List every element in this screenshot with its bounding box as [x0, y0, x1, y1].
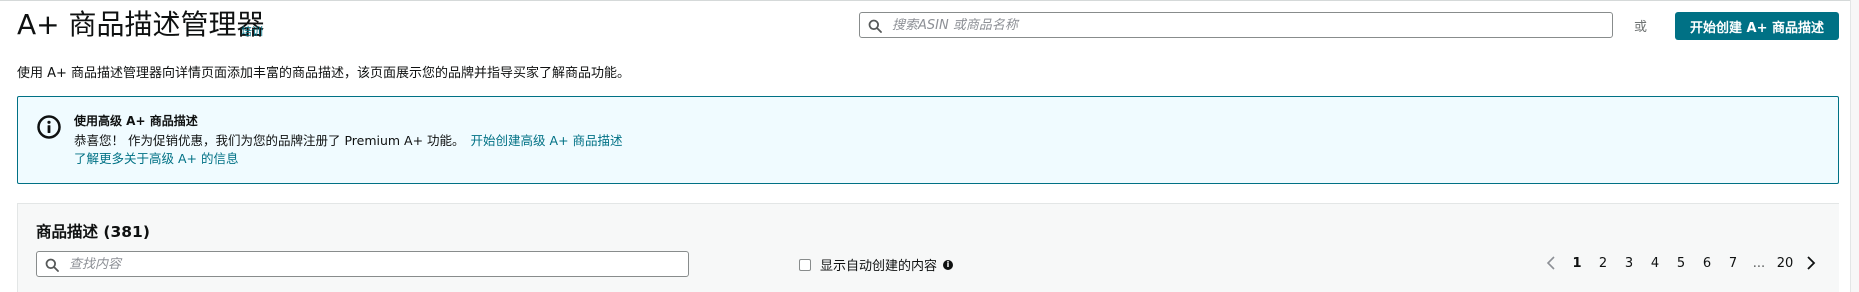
search-icon: [868, 18, 882, 37]
auto-created-label: 显示自动创建的内容: [820, 259, 938, 274]
alert-message: 恭喜您！ 作为促销优惠，我们为您的品牌注册了 Premium A+ 功能。: [74, 133, 465, 148]
asin-search-box[interactable]: [859, 12, 1613, 38]
page-link-6[interactable]: 6: [1694, 256, 1720, 271]
page-link-1[interactable]: 1: [1564, 256, 1590, 271]
page-link-3[interactable]: 3: [1616, 256, 1642, 271]
page-title: A+ 商品描述管理器: [17, 8, 265, 41]
page-link-5[interactable]: 5: [1668, 256, 1694, 271]
auto-created-checkbox[interactable]: [799, 258, 811, 271]
training-link[interactable]: 培训: [241, 23, 263, 39]
content-search-box[interactable]: [36, 251, 689, 277]
page-numbers: 1 2 3 4 5 6 7... 20: [1564, 256, 1798, 271]
search-icon: [45, 257, 59, 276]
asin-search-input[interactable]: [892, 16, 1592, 34]
page-link-20[interactable]: 20: [1772, 256, 1798, 271]
premium-aplus-alert: 使用高级 A+ 商品描述 恭喜您！ 作为促销优惠，我们为您的品牌注册了 Prem…: [17, 96, 1839, 184]
page-description: 使用 A+ 商品描述管理器向详情页面添加丰富的商品描述，该页面展示您的品牌并指导…: [17, 66, 631, 81]
vertical-scrollbar[interactable]: [1850, 0, 1859, 292]
page-link-4[interactable]: 4: [1642, 256, 1668, 271]
alert-body: 恭喜您！ 作为促销优惠，我们为您的品牌注册了 Premium A+ 功能。 开始创…: [74, 130, 623, 149]
content-search-input[interactable]: [69, 255, 669, 273]
page-link-2[interactable]: 2: [1590, 256, 1616, 271]
create-aplus-button[interactable]: 开始创建 A+ 商品描述: [1675, 12, 1839, 40]
auto-created-toggle[interactable]: 显示自动创建的内容 i: [799, 255, 954, 274]
pagination-ellipsis: ...: [1752, 255, 1766, 271]
chevron-right-icon[interactable]: [1798, 250, 1824, 276]
top-border: [0, 0, 1859, 1]
content-panel: 商品描述 (381) 显示自动创建的内容 i 1234567... 20: [17, 203, 1839, 292]
info-circle-icon: [37, 115, 61, 143]
or-text: 或: [1634, 20, 1648, 35]
learn-more-link[interactable]: 了解更多关于高级 A+ 的信息: [74, 148, 238, 167]
start-premium-aplus-link[interactable]: 开始创建高级 A+ 商品描述: [471, 133, 623, 148]
info-icon[interactable]: i: [943, 259, 954, 270]
section-title: 商品描述 (381): [36, 223, 150, 241]
pagination: 1 2 3 4 5 6 7... 20: [1538, 250, 1824, 276]
alert-title: 使用高级 A+ 商品描述: [74, 114, 198, 128]
page-link-7[interactable]: 7: [1720, 256, 1746, 271]
chevron-left-icon[interactable]: [1538, 250, 1564, 276]
